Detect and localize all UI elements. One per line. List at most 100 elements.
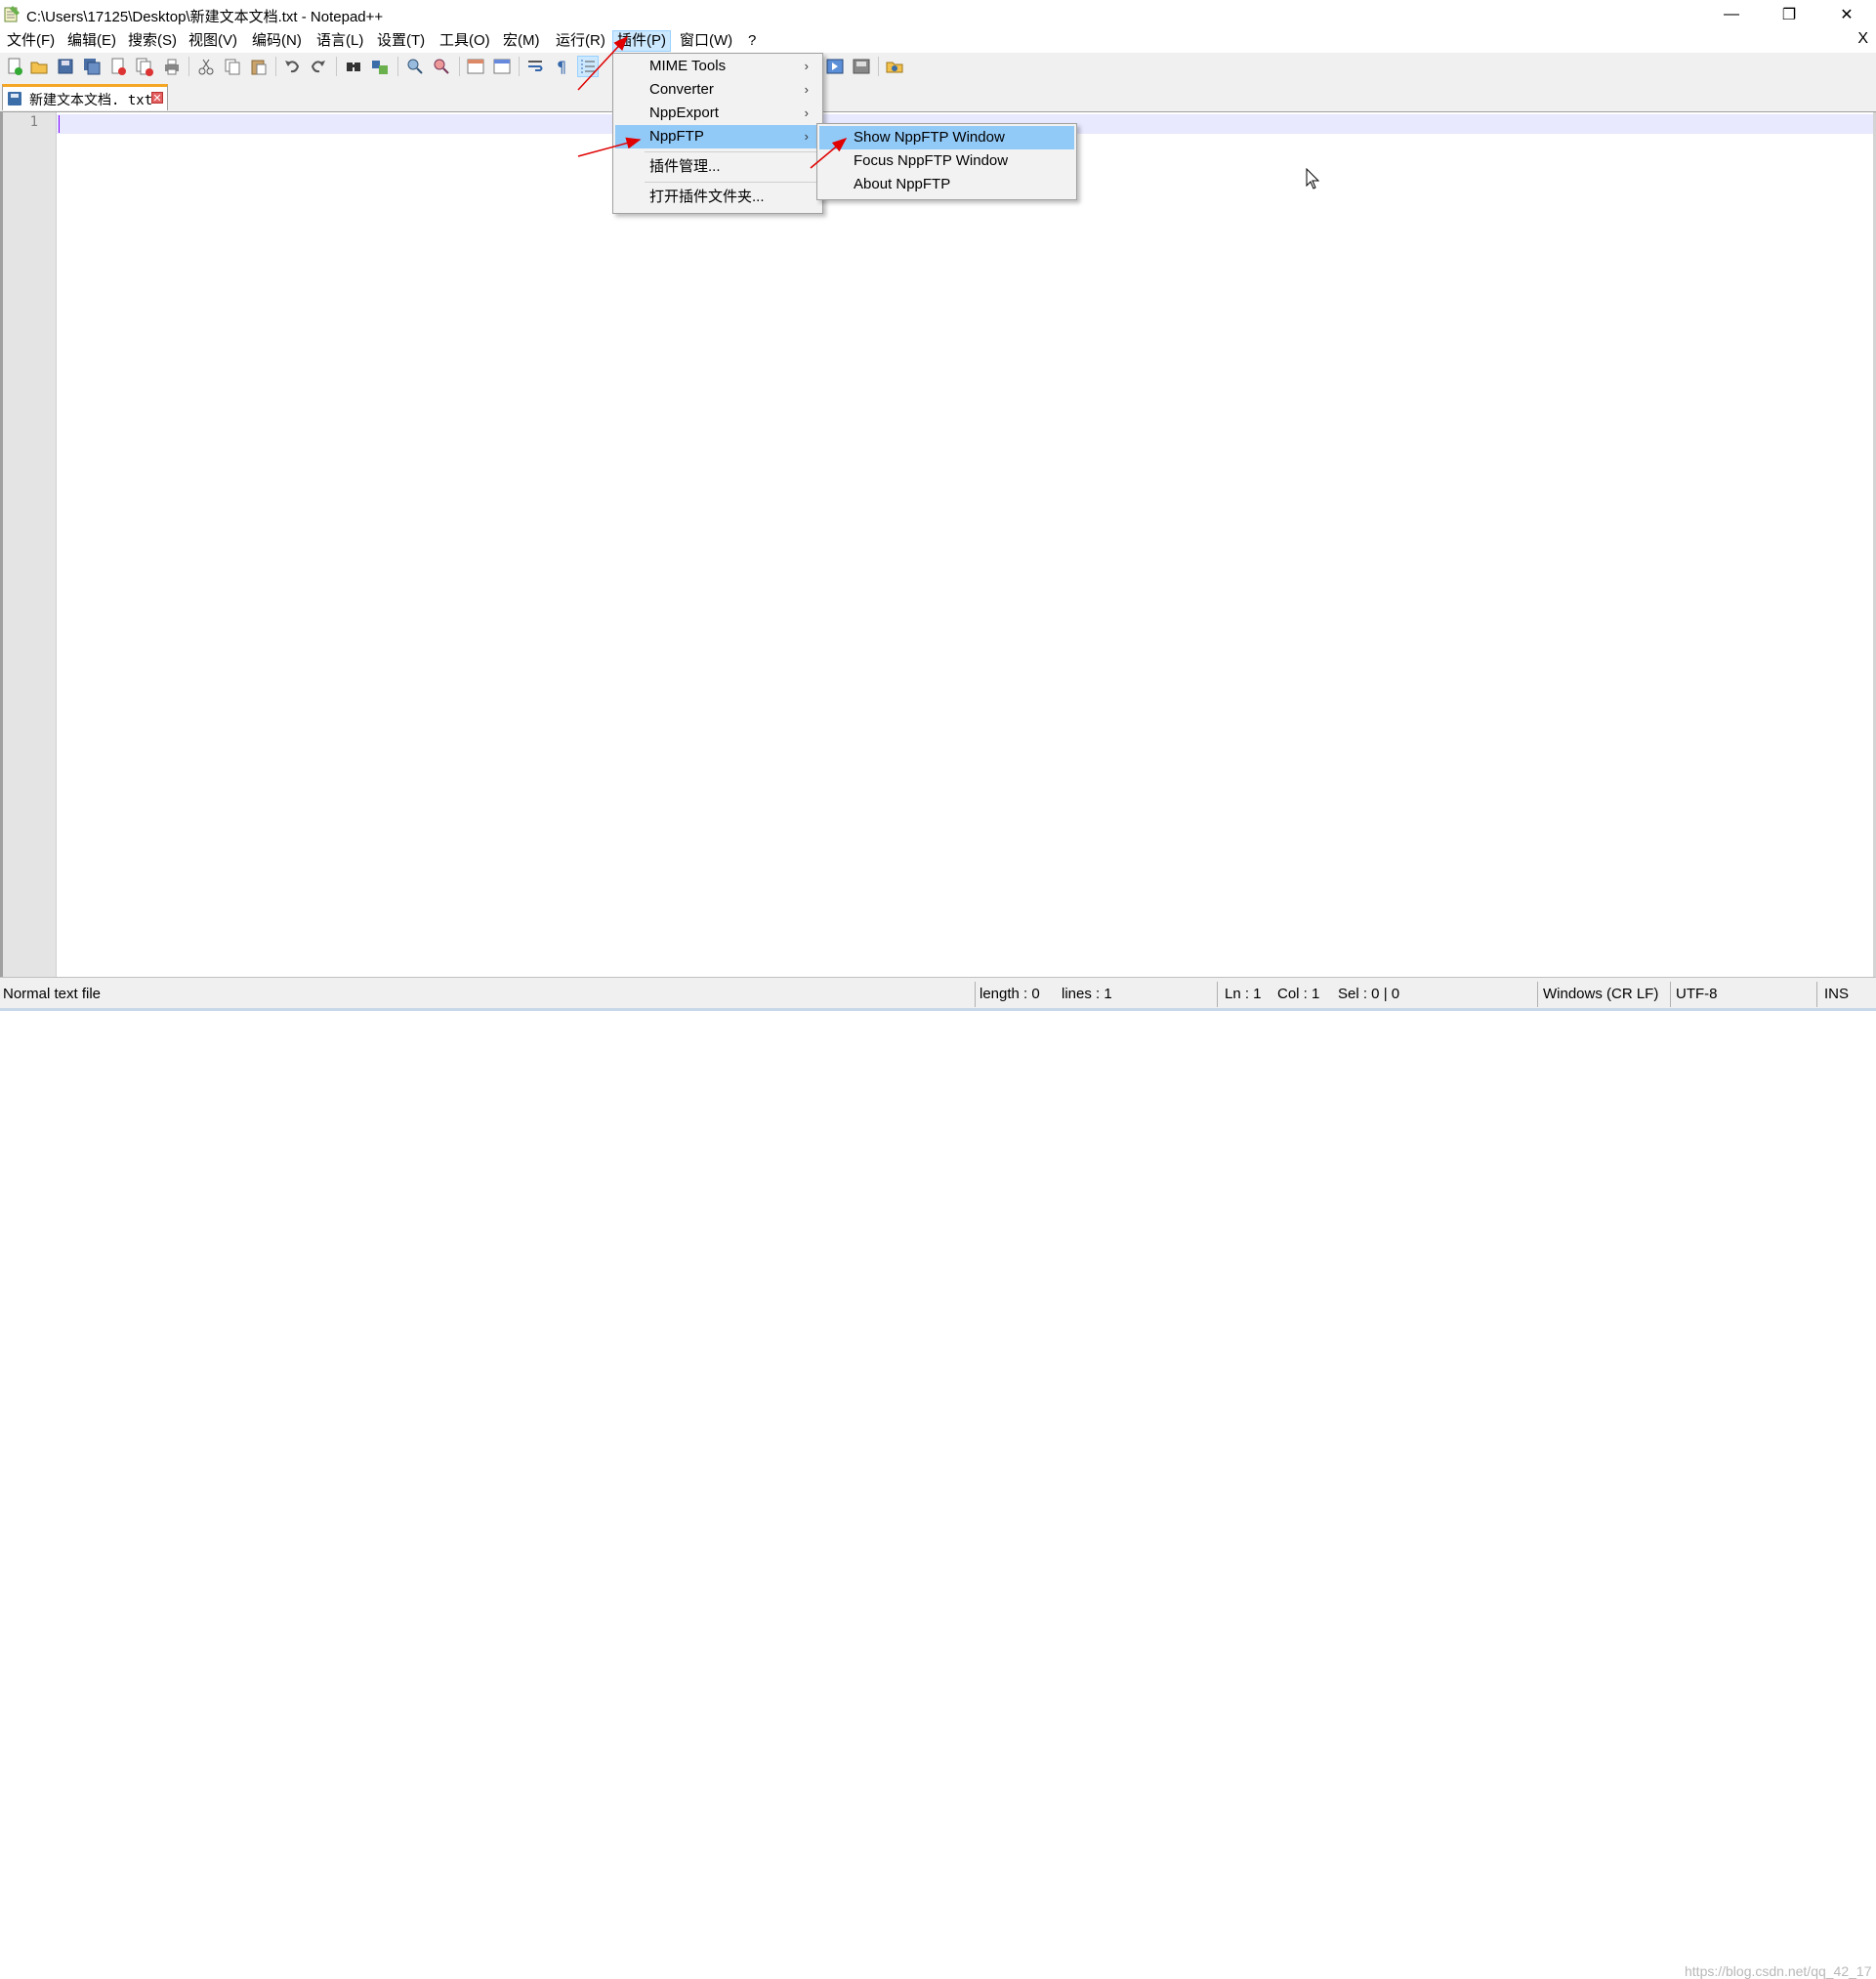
menu-macro[interactable]: 宏(M) — [503, 31, 540, 51]
close-window-button[interactable]: ✕ — [1818, 0, 1875, 29]
menu-tools[interactable]: 工具(O) — [439, 31, 490, 51]
nppftp-submenu: Show NppFTP Window Focus NppFTP Window A… — [816, 123, 1077, 200]
zoom-out-icon[interactable] — [432, 57, 451, 76]
editor-area[interactable] — [0, 112, 1876, 977]
status-encoding[interactable]: UTF-8 — [1676, 986, 1718, 1002]
status-separator — [1670, 982, 1671, 1007]
close-icon[interactable]: ✕ — [151, 92, 163, 105]
paste-icon[interactable] — [249, 57, 269, 76]
watermark-text: https://blog.csdn.net/qq_42_17 — [1685, 1963, 1872, 1979]
tab-label: 新建文本文档. txt — [29, 93, 153, 108]
play-macro-multiple-icon[interactable] — [825, 57, 845, 76]
status-separator — [1537, 982, 1538, 1007]
indent-guide-icon[interactable] — [577, 56, 599, 77]
menu-item-label: 打开插件文件夹... — [649, 189, 765, 205]
save-icon[interactable] — [56, 57, 75, 76]
menu-item-label: NppExport — [649, 105, 719, 121]
status-insert-mode[interactable]: INS — [1824, 986, 1849, 1002]
menu-separator — [645, 182, 816, 183]
toolbar-separator — [336, 57, 337, 76]
submenu-about-nppftp[interactable]: About NppFTP — [819, 173, 1074, 196]
close-all-icon[interactable] — [135, 57, 154, 76]
save-icon — [8, 92, 21, 105]
line-number: 1 — [29, 114, 38, 130]
cut-icon[interactable] — [196, 57, 216, 76]
sync-vertical-icon[interactable] — [466, 57, 485, 76]
menu-search[interactable]: 搜索(S) — [128, 31, 177, 51]
menu-item-label: Converter — [649, 81, 714, 98]
status-eol[interactable]: Windows (CR LF) — [1543, 986, 1658, 1002]
print-icon[interactable] — [162, 57, 182, 76]
menu-plugins[interactable]: 插件(P) — [612, 30, 671, 52]
menu-encoding[interactable]: 编码(N) — [252, 31, 302, 51]
menu-settings[interactable]: 设置(T) — [377, 31, 425, 51]
menu-view[interactable]: 视图(V) — [188, 31, 237, 51]
show-all-characters-icon[interactable]: ¶ — [552, 57, 571, 76]
menu-item-label: About NppFTP — [854, 176, 951, 192]
status-lines: lines : 1 — [1062, 986, 1112, 1002]
menu-separator — [645, 151, 816, 152]
undo-icon[interactable] — [282, 57, 302, 76]
status-selection: Sel : 0 | 0 — [1338, 986, 1400, 1002]
save-macro-icon[interactable] — [852, 57, 871, 76]
plugins-menu-mime-tools[interactable]: MIME Tools › — [615, 55, 820, 78]
menu-bar: 文件(F) 编辑(E) 搜索(S) 视图(V) 编码(N) 语言(L) 设置(T… — [0, 29, 1876, 53]
redo-icon[interactable] — [309, 57, 328, 76]
zoom-in-icon[interactable] — [405, 57, 425, 76]
menu-language[interactable]: 语言(L) — [316, 31, 363, 51]
toolbar-separator — [459, 57, 460, 76]
replace-icon[interactable] — [370, 57, 390, 76]
menu-item-label: NppFTP — [649, 128, 704, 145]
status-file-type: Normal text file — [3, 986, 102, 1002]
restore-button[interactable]: ❐ — [1761, 0, 1817, 29]
status-bar: Normal text file length : 0 lines : 1 Ln… — [0, 977, 1876, 1979]
close-file-icon[interactable] — [108, 57, 128, 76]
menu-item-label: Focus NppFTP Window — [854, 152, 1009, 169]
minimize-button[interactable]: — — [1703, 0, 1760, 29]
menu-file[interactable]: 文件(F) — [7, 31, 55, 51]
word-wrap-icon[interactable] — [525, 57, 545, 76]
status-column: Col : 1 — [1277, 986, 1320, 1002]
menu-item-label: Show NppFTP Window — [854, 129, 1005, 146]
status-separator — [975, 982, 976, 1007]
close-document-button[interactable]: X — [1857, 30, 1868, 48]
toolbar-separator — [397, 57, 398, 76]
submenu-focus-nppftp-window[interactable]: Focus NppFTP Window — [819, 149, 1074, 173]
copy-icon[interactable] — [223, 57, 242, 76]
plugins-menu-nppftp[interactable]: NppFTP › — [615, 125, 820, 148]
chevron-right-icon: › — [804, 59, 809, 73]
plugins-menu-nppexport[interactable]: NppExport › — [615, 102, 820, 125]
minimize-icon: — — [1724, 6, 1739, 22]
find-icon[interactable] — [344, 57, 363, 76]
status-length: length : 0 — [980, 986, 1040, 1002]
toolbar-separator — [275, 57, 276, 76]
chevron-right-icon: › — [804, 105, 809, 120]
plugins-menu: MIME Tools › Converter › NppExport › Npp… — [612, 53, 823, 214]
save-all-icon[interactable] — [82, 57, 102, 76]
status-separator — [1217, 982, 1218, 1007]
tab-bar: 新建文本文档. txt ✕ — [0, 80, 1876, 112]
folder-as-workspace-icon[interactable] — [885, 57, 904, 76]
menu-item-label: 插件管理... — [649, 158, 721, 175]
plugins-menu-open-plugins-folder[interactable]: 打开插件文件夹... — [615, 186, 820, 209]
toolbar: ¶ — [0, 53, 1876, 81]
status-separator — [1816, 982, 1817, 1007]
menu-edit[interactable]: 编辑(E) — [67, 31, 116, 51]
chevron-right-icon: › — [804, 129, 809, 144]
new-file-icon[interactable] — [5, 57, 24, 76]
submenu-show-nppftp-window[interactable]: Show NppFTP Window — [819, 126, 1074, 149]
menu-help[interactable]: ? — [748, 31, 756, 51]
plugins-menu-plugin-manager[interactable]: 插件管理... — [615, 155, 820, 179]
menu-window[interactable]: 窗口(W) — [680, 31, 732, 51]
notepad-plus-plus-app-icon — [4, 6, 20, 22]
toolbar-separator — [188, 57, 189, 76]
plugins-menu-converter[interactable]: Converter › — [615, 78, 820, 102]
status-line-number: Ln : 1 — [1225, 986, 1262, 1002]
toolbar-separator — [519, 57, 520, 76]
open-file-icon[interactable] — [29, 57, 49, 76]
close-icon: ✕ — [1840, 7, 1854, 23]
tab-new-text-document[interactable]: 新建文本文档. txt ✕ — [2, 84, 168, 110]
menu-run[interactable]: 运行(R) — [556, 31, 605, 51]
mouse-cursor-icon — [1306, 168, 1320, 189]
sync-horizontal-icon[interactable] — [492, 57, 512, 76]
